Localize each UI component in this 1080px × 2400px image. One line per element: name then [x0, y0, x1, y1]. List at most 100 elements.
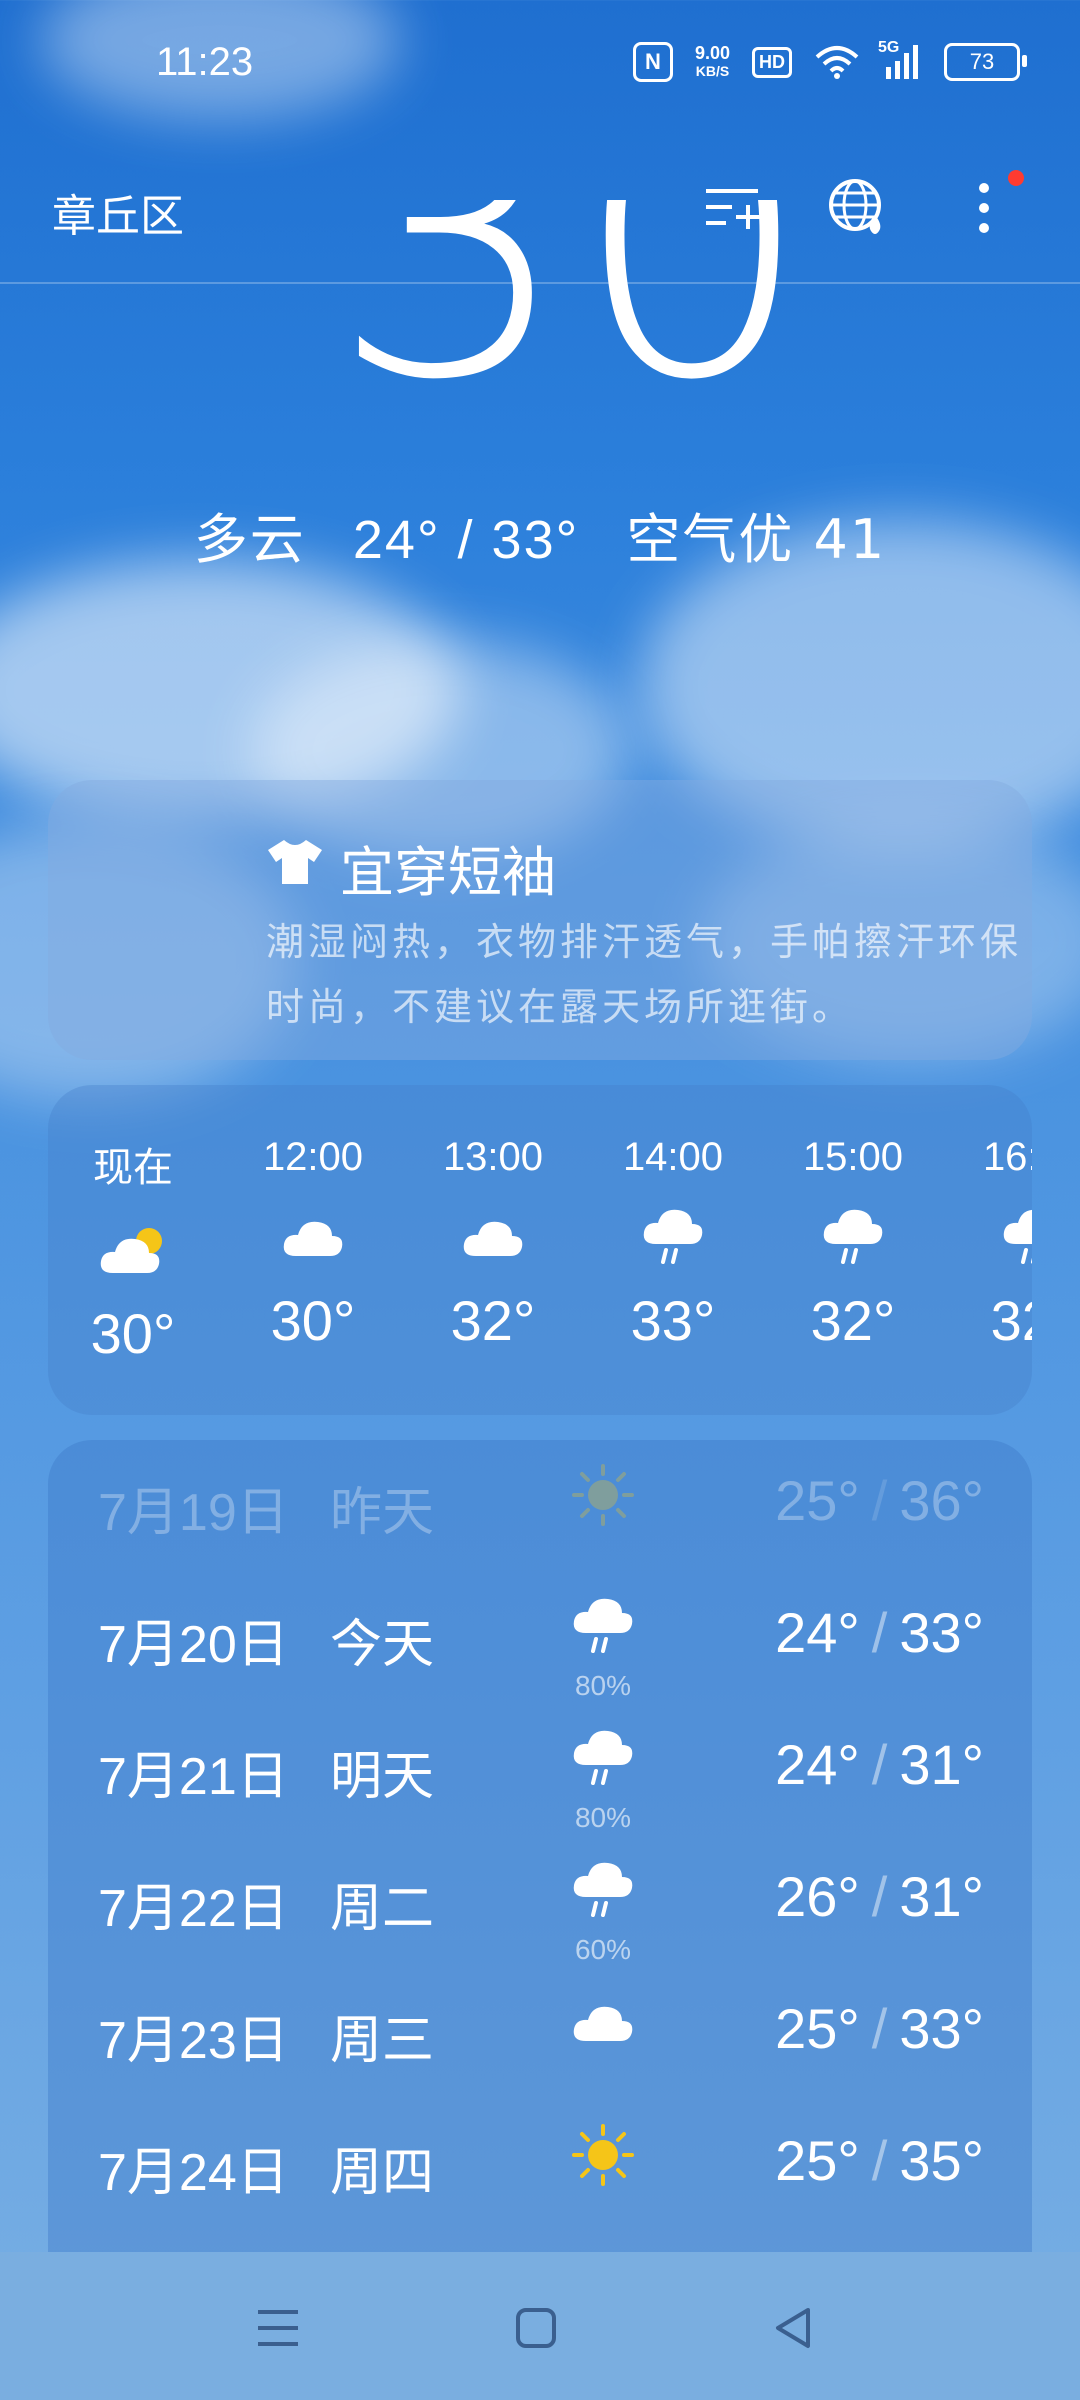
- clothing-description: 潮湿闷热，衣物排汗透气，手帕擦汗环保时尚，不建议在露天场所逛街。: [266, 920, 1023, 1029]
- tshirt-icon: [266, 836, 324, 899]
- cloud-icon: [238, 1198, 388, 1278]
- rain-cloud-icon: [958, 1198, 1032, 1278]
- air-quality[interactable]: 空气优 41: [626, 508, 886, 571]
- cloud-icon: [558, 1988, 648, 2058]
- system-nav-bar: [0, 2252, 1080, 2400]
- daily-day-name: 今天: [330, 1615, 435, 1675]
- daily-day-name: 昨天: [330, 1483, 435, 1543]
- hourly-item: 15:00 32°: [778, 1135, 928, 1353]
- temp-separator: /: [871, 2129, 888, 2192]
- wifi-icon: [814, 45, 860, 79]
- daily-temp-range: 24°/33°: [775, 1600, 984, 1665]
- hourly-temperature: 30°: [270, 1289, 356, 1352]
- daily-temp-range: 25°/33°: [775, 1996, 984, 2061]
- temp-separator: /: [871, 1469, 888, 1532]
- precip-probability: 80%: [574, 1670, 632, 1701]
- daily-forecast-card[interactable]: 7月19日 昨天 25°/36° 7月20日 今天 80% 24°/33° 7月21日 明天 80…: [48, 1440, 1032, 2252]
- hourly-item: 12:00 30°: [238, 1135, 388, 1353]
- daily-date: 7月22日: [98, 1880, 289, 1938]
- daily-date: 7月20日: [98, 1616, 289, 1674]
- daily-high: 31°: [899, 1733, 984, 1796]
- daily-temp-range: 26°/31°: [775, 1864, 984, 1929]
- daily-temp-range: 25°/35°: [775, 2128, 984, 2193]
- rain-cloud-icon: [598, 1198, 748, 1278]
- daily-high: 33°: [899, 1601, 984, 1664]
- precip-probability: 80%: [574, 1802, 632, 1833]
- back-button[interactable]: [764, 2300, 824, 2356]
- home-button[interactable]: [506, 2300, 566, 2356]
- notification-dot: [1008, 170, 1024, 186]
- daily-high: 36°: [899, 1469, 984, 1532]
- temp-separator: /: [871, 1865, 888, 1928]
- daily-day-name: 明天: [330, 1747, 435, 1807]
- hourly-time: 13:00: [442, 1135, 544, 1179]
- hourly-time: 12:00: [262, 1135, 364, 1179]
- daily-row[interactable]: 7月22日 周二 60% 26°/31°: [48, 1836, 1032, 1966]
- hourly-time: 16:00: [982, 1135, 1032, 1179]
- hourly-temperature: 32°: [450, 1289, 536, 1352]
- daily-row[interactable]: 7月21日 明天 80% 24°/31°: [48, 1704, 1032, 1834]
- daily-high: 31°: [899, 1865, 984, 1928]
- speed-value: 9.00: [694, 43, 730, 63]
- clothing-title: 宜穿短袖: [340, 841, 556, 904]
- rain-cloud-icon: [558, 1856, 648, 1926]
- sun-icon: [558, 2120, 648, 2190]
- daily-low: 25°: [775, 1469, 860, 1532]
- sun-icon: [558, 1460, 648, 1530]
- signal-icon: 5G: [878, 39, 922, 79]
- current-temperature: 30: [330, 200, 814, 420]
- status-bar: 11:23 N 9.00 KB/S HD 5G 73: [0, 0, 1080, 140]
- current-temperature-area: 30: [0, 200, 1080, 420]
- daily-low: 25°: [775, 1997, 860, 2060]
- hourly-time: 现在: [93, 1146, 173, 1190]
- daily-date: 7月19日: [98, 1484, 289, 1542]
- hourly-time: 15:00: [802, 1135, 904, 1179]
- hourly-time: 14:00: [622, 1135, 724, 1179]
- partly-cloudy-icon: [58, 1211, 208, 1291]
- daily-high: 33°: [899, 1997, 984, 2060]
- hd-icon: HD: [752, 46, 792, 78]
- hourly-forecast-card[interactable]: 现在30°12:0030°13:0032°14:0033°15:0032°16:…: [48, 1085, 1032, 1415]
- daily-day-name: 周二: [330, 1879, 435, 1939]
- hourly-item: 14:00 33°: [598, 1135, 748, 1353]
- battery-icon: 73: [944, 43, 1027, 81]
- daily-row[interactable]: 7月24日 周四 25°/35°: [48, 2100, 1032, 2230]
- daily-low: 26°: [775, 1865, 860, 1928]
- nfc-icon: N: [632, 42, 673, 82]
- temp-separator: /: [871, 1601, 888, 1664]
- hourly-temperature: 33°: [630, 1289, 716, 1352]
- network-type: 5G: [878, 39, 900, 56]
- cloud-icon: [418, 1198, 568, 1278]
- daily-high: 35°: [899, 2129, 984, 2192]
- rain-cloud-icon: [558, 1592, 648, 1662]
- hourly-temperature: 32°: [990, 1289, 1032, 1352]
- network-speed: 9.00 KB/S: [695, 44, 730, 80]
- daily-temp-range: 25°/36°: [775, 1468, 984, 1533]
- recent-apps-button[interactable]: [248, 2300, 308, 2356]
- daily-low: 24°: [775, 1733, 860, 1796]
- rain-cloud-icon: [778, 1198, 928, 1278]
- status-icons: N 9.00 KB/S HD 5G 73: [632, 39, 1027, 82]
- daily-date: 7月23日: [98, 2012, 289, 2070]
- current-condition: 多云: [193, 508, 306, 571]
- daily-temp-range: 24°/31°: [775, 1732, 984, 1797]
- daily-row[interactable]: 7月19日 昨天 25°/36°: [48, 1440, 1032, 1570]
- hourly-temperature: 30°: [90, 1302, 176, 1365]
- daily-low: 25°: [775, 2129, 860, 2192]
- daily-row[interactable]: 7月20日 今天 80% 24°/33°: [48, 1572, 1032, 1702]
- hourly-item: 现在 30°: [58, 1135, 208, 1366]
- current-low-high: 24° / 33°: [352, 510, 580, 570]
- status-time: 11:23: [156, 40, 254, 84]
- rain-cloud-icon: [558, 1724, 648, 1794]
- daily-day-name: 周三: [330, 2011, 435, 2071]
- weather-summary: 多云 24° / 33° 空气优 41: [0, 495, 1080, 574]
- daily-date: 7月21日: [98, 1748, 289, 1806]
- speed-unit: KB/S: [695, 63, 730, 79]
- daily-row[interactable]: 7月23日 周三 25°/33°: [48, 1968, 1032, 2098]
- daily-date: 7月24日: [98, 2144, 289, 2202]
- clothing-card[interactable]: 宜穿短袖 潮湿闷热，衣物排汗透气，手帕擦汗环保时尚，不建议在露天场所逛街。: [48, 780, 1032, 1060]
- hourly-item: 13:00 32°: [418, 1135, 568, 1353]
- hourly-item: 16:00 32°: [958, 1135, 1032, 1353]
- daily-day-name: 周四: [330, 2143, 435, 2203]
- daily-low: 24°: [775, 1601, 860, 1664]
